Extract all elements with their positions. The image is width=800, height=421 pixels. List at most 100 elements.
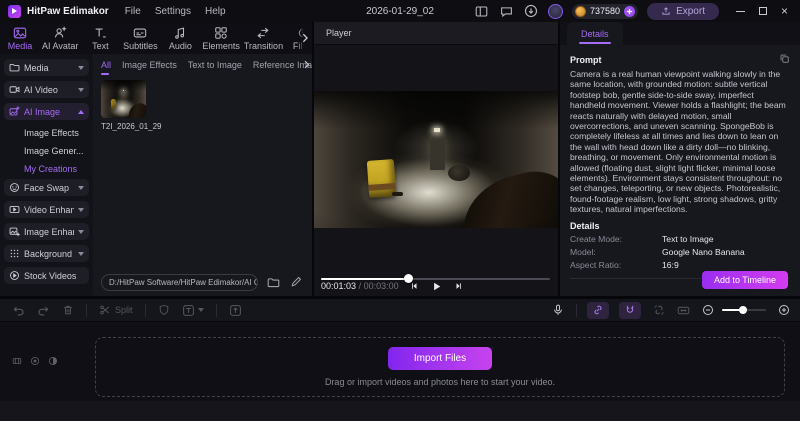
field-label: Aspect Ratio: [570,259,622,270]
import-dropzone[interactable]: Import Files Drag or import videos and p… [95,337,785,397]
tab-details[interactable]: Details [567,22,623,45]
tab-ai-avatar-label: AI Avatar [42,40,79,51]
play-icon[interactable] [431,281,442,292]
import-hint: Drag or import videos and photos here to… [324,377,556,387]
media-tab-all[interactable]: All [101,60,111,75]
sidebar-item-video-enhance[interactable]: Video Enhance [4,201,89,218]
track-visibility-icon[interactable] [30,356,40,366]
tab-subtitles[interactable]: Subtitles [120,26,160,51]
sidebar-item-image-generation[interactable]: Image Gener... [4,143,89,159]
track-contrast-icon[interactable] [48,356,58,366]
app-window: HitPaw Edimakor File Settings Help 2026-… [0,0,800,421]
field-label: Create Mode: [570,233,623,244]
minimize-icon[interactable] [735,10,745,12]
edit-path-icon[interactable] [288,274,304,290]
tab-media[interactable]: Media [0,26,40,51]
timeline-zoom-slider[interactable] [722,305,766,315]
sidebar-item-ai-image[interactable]: AI Image [4,103,89,120]
redo-button[interactable] [37,304,50,317]
sidebar-item-stock-videos[interactable]: Stock Videos [4,267,89,284]
menu-file[interactable]: File [125,6,141,17]
chevron-up-icon [78,109,84,114]
ribbon-scroll-right-icon[interactable] [298,22,312,54]
tab-ai-avatar[interactable]: AI Avatar [40,25,80,51]
ai-image-icon [9,106,20,116]
prompt-header: Prompt [570,53,790,66]
menu-help[interactable]: Help [205,6,226,17]
media-panel: All Image Effects Text to Image Referenc… [93,54,312,296]
sidebar-item-my-creations[interactable]: My Creations [4,161,89,177]
feedback-icon[interactable] [498,3,514,19]
record-voiceover-button[interactable] [552,304,564,316]
magnet-snap-button[interactable] [619,301,641,319]
folder-icon [9,63,20,72]
zoom-out-button[interactable] [702,304,714,316]
chevron-down-icon [78,229,84,234]
tab-text[interactable]: Text [80,26,120,51]
sidebar-item-media[interactable]: Media [4,59,89,76]
split-label: Split [115,305,133,315]
sidebar-item-background[interactable]: Background [4,245,89,262]
player-title: Player [326,28,352,38]
copy-icon[interactable] [779,53,790,66]
field-value: 16:9 [662,259,679,270]
ai-video-icon [9,86,20,93]
import-files-button[interactable]: Import Files [387,347,493,370]
export-label: Export [676,5,705,17]
save-path-field[interactable]: D:/HitPaw Software/HitPaw Edimakor/AI Ge… [101,273,258,291]
video-enhance-icon [9,205,20,214]
text-tool-button[interactable] [182,304,204,317]
link-clips-button[interactable] [587,301,609,319]
media-tab-text-to-image[interactable]: Text to Image [188,60,242,70]
add-credits-button[interactable] [624,5,636,17]
user-avatar[interactable] [548,3,564,19]
sidebar-item-image-enhance[interactable]: Image Enhance [4,223,89,240]
sidebar-item-image-effects[interactable]: Image Effects [4,125,89,141]
previous-frame-icon[interactable] [409,281,419,291]
tab-audio[interactable]: Audio [160,26,200,51]
media-tabs-scroll-right-icon[interactable] [303,60,310,71]
credits-badge[interactable]: 737580 [572,3,639,19]
tab-subtitles-label: Subtitles [123,40,158,51]
media-item-thumbnail[interactable] [101,80,146,118]
detail-row-model: Model: Google Nano Banana [570,247,790,257]
tab-elements[interactable]: Elements [200,26,242,51]
sidebar-item-ai-video[interactable]: AI Video [4,81,89,98]
marker-button[interactable] [158,304,170,316]
delete-button[interactable] [62,304,74,316]
split-button[interactable]: Split [99,304,133,316]
details-panel: Details Prompt Camera is a real human vi… [560,22,800,296]
spongebob-figure [366,158,396,198]
media-panel-tabs: All Image Effects Text to Image Referenc… [93,54,312,76]
timeline-bottom-track [0,401,800,421]
maximize-icon[interactable] [758,7,767,15]
layout-icon[interactable] [473,3,489,19]
export-button[interactable]: Export [647,2,719,20]
media-item[interactable]: T2I_2026_01_29 [101,80,304,131]
zoom-in-button[interactable] [778,304,790,316]
track-film-icon[interactable] [12,356,22,366]
flashlight-arm [125,101,146,118]
menu-settings[interactable]: Settings [155,6,191,17]
download-icon[interactable] [523,3,539,19]
add-to-timeline-button[interactable]: Add to Timeline [701,271,788,289]
coin-icon [575,5,587,17]
details-section-label: Details [570,220,600,231]
sidebar-item-face-swap[interactable]: Face Swap [4,179,89,196]
next-frame-icon[interactable] [454,281,464,291]
media-tab-image-effects[interactable]: Image Effects [122,60,177,70]
timeline-toolbar: Split [0,298,800,322]
face-swap-icon [10,183,19,192]
close-icon[interactable]: × [781,5,788,17]
player-panel: Player 00:01:03 / 00:03:00 [314,22,558,296]
open-folder-icon[interactable] [265,274,281,290]
unlink-clips-button[interactable] [653,304,665,316]
fit-timeline-button[interactable] [677,304,690,317]
tab-transition[interactable]: Transition [242,26,285,51]
stock-videos-icon [10,271,19,280]
audio-icon [175,27,185,39]
undo-button[interactable] [12,304,25,317]
detail-row-aspect-ratio: Aspect Ratio: 16:9 [570,260,790,270]
snapshot-button[interactable] [229,304,242,317]
zoom-slider-handle[interactable] [739,306,748,314]
